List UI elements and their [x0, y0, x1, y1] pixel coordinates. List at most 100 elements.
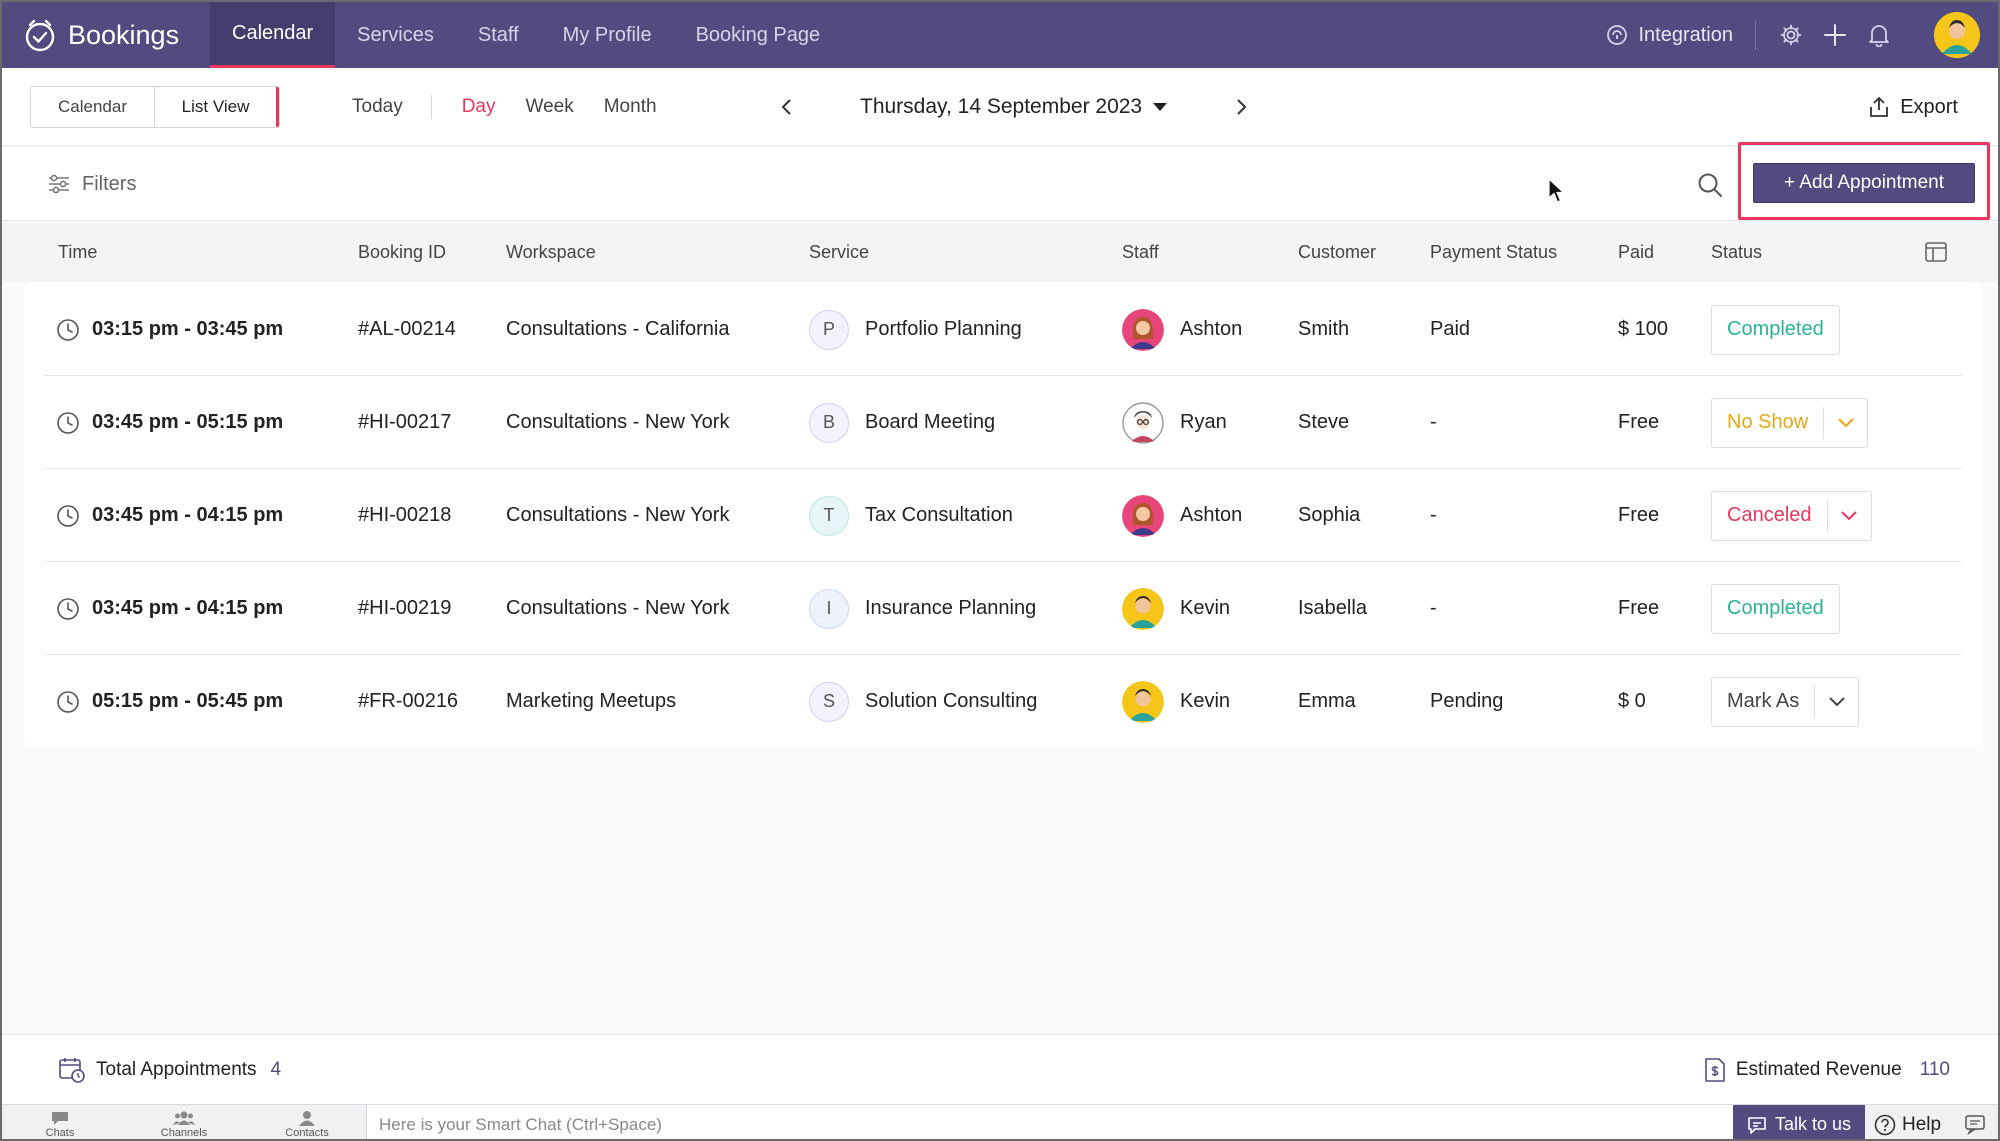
appointment-time: 03:15 pm - 03:45 pm [92, 318, 284, 340]
estimated-revenue: Estimated Revenue 110 [1704, 1035, 1950, 1105]
service-cell: I Insurance Planning [809, 562, 1036, 655]
integration-link[interactable]: Integration [1606, 24, 1733, 47]
mark-as-dropdown[interactable]: Mark As [1711, 676, 1860, 727]
feedback-button[interactable] [1964, 1113, 1988, 1137]
channels-label: Channels [160, 1127, 208, 1139]
week-button[interactable]: Week [526, 96, 574, 118]
filter-bar: Filters [2, 147, 1998, 221]
status-cell: Completed [1711, 562, 1840, 655]
status-badge[interactable]: Completed [1711, 304, 1840, 355]
staff-name: Ashton [1180, 318, 1243, 340]
user-avatar[interactable] [1934, 12, 1980, 58]
header-staff: Staff [1122, 241, 1159, 262]
app-frame: Bookings Calendar Services Staff My Prof… [0, 0, 2000, 1141]
woman-avatar-icon [1122, 494, 1164, 537]
status-dropdown-toggle[interactable] [1823, 406, 1867, 439]
table-row[interactable]: 03:45 pm - 04:15 pm #HI-00219 Consultati… [44, 562, 1962, 655]
appointments-table: 03:15 pm - 03:45 pm #AL-00214 Consultati… [24, 283, 1982, 747]
message-icon [1748, 1116, 1766, 1134]
workspace: Consultations - New York [506, 504, 730, 526]
calendar-view-button[interactable]: Calendar [31, 87, 155, 127]
status-dropdown-toggle[interactable] [1826, 499, 1871, 532]
header-customer: Customer [1298, 241, 1377, 262]
help-button[interactable]: Help [1874, 1105, 1954, 1139]
payment-status: - [1430, 411, 1437, 433]
smart-chat-input[interactable]: Here is your Smart Chat (Ctrl+Space) [366, 1105, 1733, 1139]
booking-id[interactable]: #HI-00218 [358, 469, 451, 562]
filters-button[interactable]: Filters [48, 147, 136, 221]
search-icon [1698, 173, 1722, 197]
plus-icon [1824, 24, 1846, 46]
add-new-button[interactable] [1822, 22, 1848, 48]
table-row[interactable]: 03:45 pm - 05:15 pm #HI-00217 Consultati… [44, 376, 1962, 469]
calendar-clock-icon [59, 1058, 85, 1083]
next-date-button[interactable] [1226, 92, 1256, 122]
table-row[interactable]: 03:15 pm - 03:45 pm #AL-00214 Consultati… [44, 283, 1962, 376]
date-picker[interactable]: Thursday, 14 September 2023 [860, 95, 1168, 119]
customer-name: Steve [1298, 411, 1350, 433]
column-settings-button[interactable] [1924, 240, 1948, 264]
month-button[interactable]: Month [604, 96, 657, 118]
booking-id[interactable]: #AL-00214 [358, 283, 456, 376]
add-appointment-button[interactable]: + Add Appointment [1753, 163, 1975, 203]
tab-staff[interactable]: Staff [456, 2, 541, 68]
current-date: Thursday, 14 September 2023 [860, 95, 1143, 118]
nav-divider [1755, 20, 1756, 50]
booking-id[interactable]: #FR-00216 [358, 655, 458, 748]
day-button[interactable]: Day [462, 96, 496, 118]
booking-id[interactable]: #HI-00219 [358, 562, 451, 655]
status-label: Completed [1727, 318, 1824, 340]
contacts-button[interactable]: Contacts [247, 1105, 367, 1139]
settings-button[interactable] [1778, 22, 1804, 48]
customer-name: Smith [1298, 318, 1350, 340]
service-badge: P [809, 309, 849, 350]
clock-icon [57, 504, 79, 527]
tab-services[interactable]: Services [335, 2, 456, 68]
export-button[interactable]: Export [1868, 68, 1958, 146]
header-service: Service [809, 241, 870, 262]
customer-name: Emma [1298, 690, 1356, 712]
feedback-icon [1965, 1115, 1985, 1136]
status-cell: Canceled [1711, 469, 1872, 562]
payment-status: Pending [1430, 690, 1504, 712]
status-label: Mark As [1727, 690, 1800, 712]
summary-bar: Total Appointments 4 Estimated Revenue 1… [2, 1034, 1998, 1105]
list-view-button[interactable]: List View [155, 87, 279, 127]
workspace: Consultations - California [506, 318, 730, 340]
paid-amount: $ 0 [1618, 690, 1646, 712]
talk-to-us-button[interactable]: Talk to us [1733, 1105, 1865, 1139]
staff-avatar [1122, 308, 1164, 351]
status-cell: No Show [1711, 376, 1869, 469]
channels-button[interactable]: Channels [124, 1105, 244, 1139]
brand[interactable]: Bookings [22, 17, 210, 53]
export-label: Export [1900, 95, 1958, 118]
today-button[interactable]: Today [352, 96, 403, 118]
workspace: Consultations - New York [506, 411, 730, 433]
staff-cell: Kevin [1122, 655, 1230, 748]
chats-button[interactable]: Chats [2, 1105, 120, 1139]
app-name: Bookings [68, 19, 180, 50]
appointment-time: 05:15 pm - 05:45 pm [92, 690, 284, 712]
header-status: Status [1711, 241, 1763, 262]
table-header: Time Booking ID Workspace Service Staff … [2, 222, 1998, 282]
tab-calendar[interactable]: Calendar [210, 2, 336, 68]
user-avatar-icon [1934, 12, 1980, 58]
status-dropdown[interactable]: Canceled [1711, 490, 1872, 541]
search-button[interactable] [1696, 171, 1724, 199]
time-cell: 05:15 pm - 05:45 pm [56, 655, 283, 748]
table-row[interactable]: 03:45 pm - 04:15 pm #HI-00218 Consultati… [44, 469, 1962, 562]
booking-id[interactable]: #HI-00217 [358, 376, 451, 469]
status-badge[interactable]: Completed [1711, 583, 1840, 634]
notifications-button[interactable] [1866, 22, 1892, 48]
previous-date-button[interactable] [772, 92, 802, 122]
status-cell: Completed [1711, 283, 1840, 376]
tab-my-profile[interactable]: My Profile [541, 2, 674, 68]
tab-booking-page[interactable]: Booking Page [674, 2, 843, 68]
service-cell: S Solution Consulting [809, 655, 1037, 748]
status-dropdown[interactable]: No Show [1711, 397, 1869, 448]
status-dropdown-toggle[interactable] [1814, 685, 1858, 718]
table-row[interactable]: 05:15 pm - 05:45 pm #FR-00216 Marketing … [44, 655, 1962, 748]
chats-label: Chats [45, 1127, 75, 1139]
service-cell: B Board Meeting [809, 376, 995, 469]
date-navigator: Thursday, 14 September 2023 [772, 68, 1256, 146]
